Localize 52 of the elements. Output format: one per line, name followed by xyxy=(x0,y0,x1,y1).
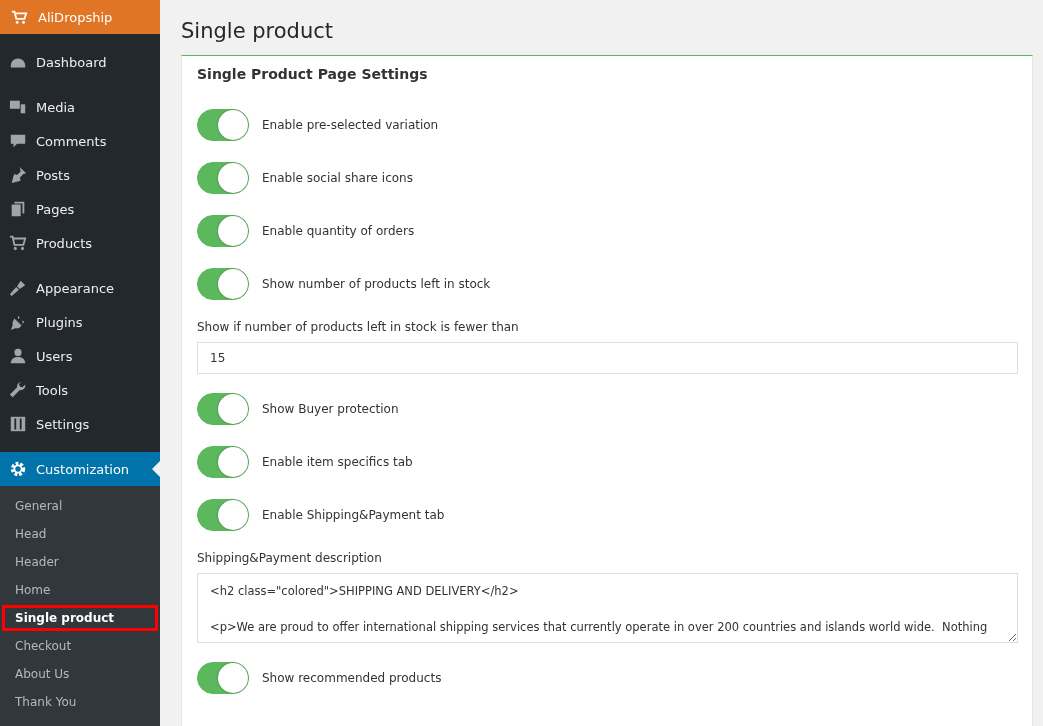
sidebar-item[interactable]: Posts xyxy=(0,158,160,192)
toggle-switch[interactable] xyxy=(197,445,249,478)
submenu-item[interactable]: Single product xyxy=(2,605,158,631)
sidebar-item[interactable]: Appearance xyxy=(0,271,160,305)
card-title: Single Product Page Settings xyxy=(197,66,429,82)
field-label: Show if number of products left in stock is fewer than xyxy=(197,320,520,334)
toggle-label: Enable item specifics tab xyxy=(262,454,413,469)
toggle-switch[interactable] xyxy=(197,661,249,694)
wrench-icon xyxy=(9,381,27,399)
sidebar-item[interactable]: Products xyxy=(0,226,160,260)
toggle-switch[interactable] xyxy=(197,392,249,425)
toggle-switch[interactable] xyxy=(197,108,249,141)
toggle-switch[interactable] xyxy=(197,267,249,300)
brand-name: AliDropship xyxy=(38,9,113,25)
page-title: Single product xyxy=(181,19,334,43)
toggle-label: Enable Shipping&Payment tab xyxy=(262,507,445,522)
toggle-switch[interactable] xyxy=(197,161,249,194)
field-label: Shipping&Payment description xyxy=(197,551,383,565)
toggle-switch[interactable] xyxy=(197,498,249,531)
toggle-label: Show recommended products xyxy=(262,670,442,685)
number-field[interactable]: 15 xyxy=(197,342,1018,374)
toggle-label: Show number of products left in stock xyxy=(262,276,491,291)
description-textarea[interactable]: <h2 class="colored">SHIPPING AND DELIVERY</h2> <p>We are proud to offer international shipping services that currently operate in over 200 countries and islands world wide. Nothing xyxy=(197,573,1018,643)
toggle-switch[interactable] xyxy=(197,214,249,247)
gear-icon xyxy=(9,460,27,478)
cart-icon xyxy=(9,234,27,252)
media-icon xyxy=(9,98,27,116)
pages-icon xyxy=(9,200,27,218)
sidebar-item[interactable]: Comments xyxy=(0,124,160,158)
sidebar-item[interactable]: Media xyxy=(0,90,160,124)
sidebar-item[interactable]: Tools xyxy=(0,373,160,407)
toggle-label: Enable quantity of orders xyxy=(262,223,415,238)
submenu-item[interactable]: Header xyxy=(2,549,158,575)
toggle-label: Enable social share icons xyxy=(262,170,413,185)
submenu-item[interactable]: Home xyxy=(2,577,158,603)
sidebar-item[interactable]: Users xyxy=(0,339,160,373)
sliders-icon xyxy=(9,415,27,433)
user-icon xyxy=(9,347,27,365)
submenu-item[interactable]: Thank You xyxy=(2,689,158,715)
sidebar-item[interactable]: Settings xyxy=(0,407,160,441)
paintbrush-icon xyxy=(9,279,27,297)
sidebar-item[interactable]: Pages xyxy=(0,192,160,226)
sidebar-item[interactable]: Dashboard xyxy=(0,45,160,79)
sidebar-item[interactable]: Plugins xyxy=(0,305,160,339)
sidebar-item[interactable]: Customization xyxy=(0,452,160,486)
submenu-item[interactable]: General xyxy=(2,493,158,519)
toggle-label: Show Buyer protection xyxy=(262,401,399,416)
submenu-item[interactable]: Head xyxy=(2,521,158,547)
toggle-label: Enable pre-selected variation xyxy=(262,117,439,132)
cart-icon xyxy=(10,8,28,26)
submenu-item[interactable]: About Us xyxy=(2,661,158,687)
submenu-item[interactable]: Checkout xyxy=(2,633,158,659)
